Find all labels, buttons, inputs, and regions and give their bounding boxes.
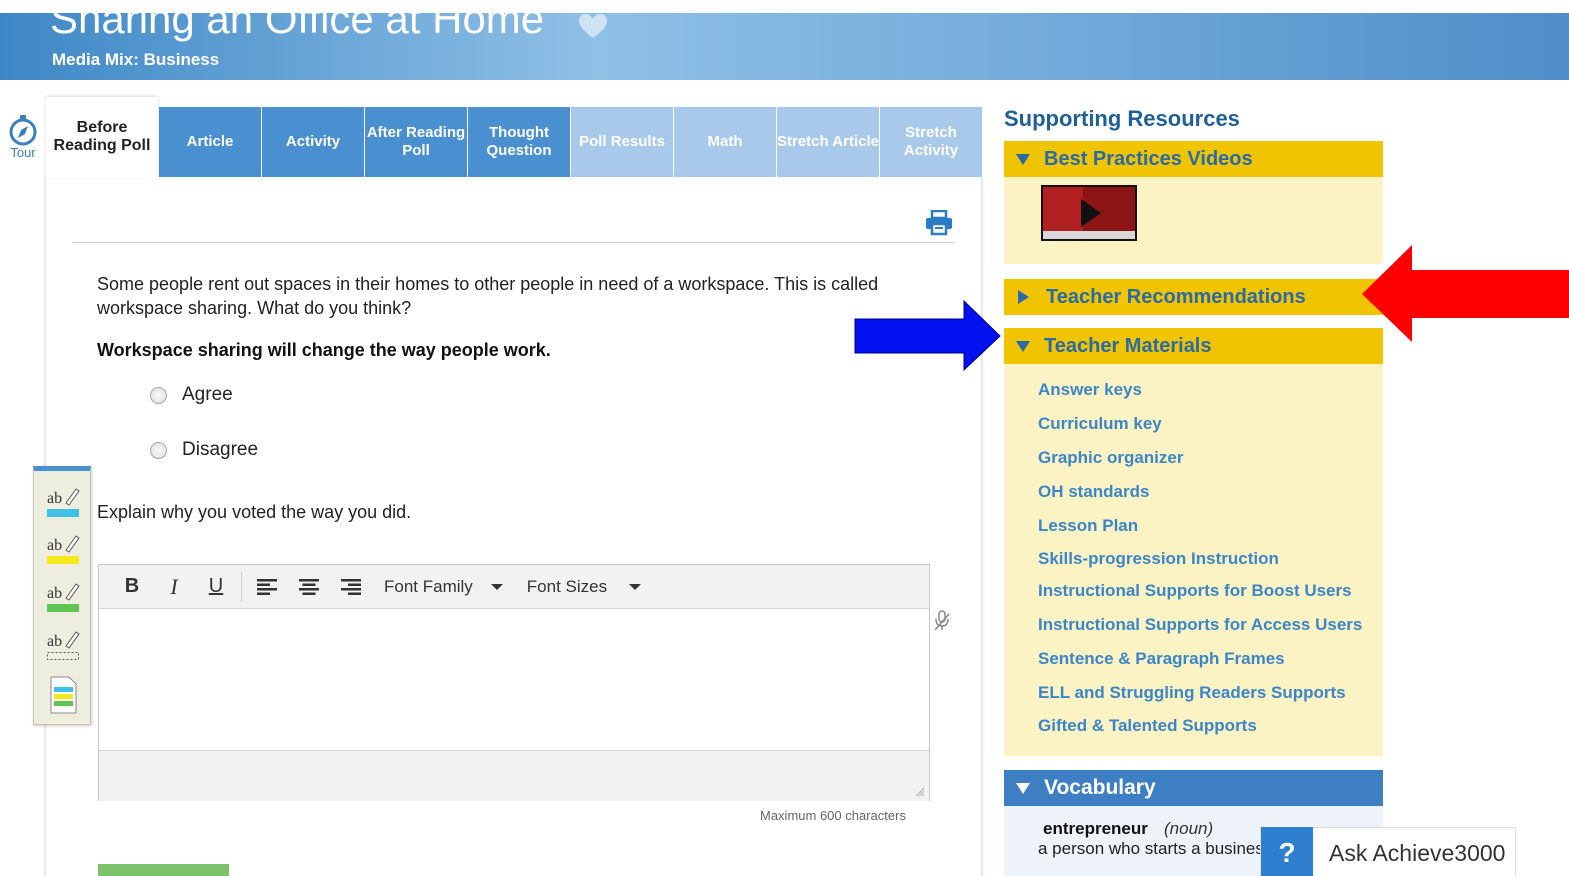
svg-text:ab: ab bbox=[47, 585, 62, 602]
ask-label: Ask Achieve3000 bbox=[1329, 839, 1506, 866]
tab-stretch-article[interactable]: Stretch Article bbox=[777, 107, 879, 177]
tab-poll-results[interactable]: Poll Results bbox=[571, 107, 673, 177]
ask-achieve3000-button[interactable]: ? Ask Achieve3000 bbox=[1260, 827, 1516, 876]
bold-button[interactable]: B bbox=[111, 572, 153, 602]
triangle-down-icon bbox=[1016, 340, 1030, 352]
tab-thought-question[interactable]: Thought Question bbox=[468, 107, 570, 177]
option-disagree[interactable]: Disagree bbox=[150, 439, 258, 461]
material-link[interactable]: Curriculum key bbox=[1038, 414, 1162, 434]
agree-radio[interactable] bbox=[150, 386, 167, 404]
align-left-icon bbox=[257, 578, 277, 595]
page: Sharing an Office at Home Media Mix: Bus… bbox=[0, 0, 1569, 876]
align-right-button[interactable] bbox=[330, 572, 372, 602]
resources-title: Supporting Resources bbox=[1004, 106, 1240, 131]
compass-icon bbox=[9, 115, 37, 146]
material-link[interactable]: Graphic organizer bbox=[1038, 448, 1183, 468]
material-link[interactable]: Answer keys bbox=[1038, 380, 1142, 400]
disagree-label: Disagree bbox=[182, 439, 259, 460]
vocabulary-header[interactable]: Vocabulary bbox=[1004, 770, 1383, 806]
poll-statement: Workspace sharing will change the way pe… bbox=[97, 340, 551, 360]
disagree-radio[interactable] bbox=[150, 441, 167, 459]
notes-icon[interactable] bbox=[46, 676, 80, 714]
tab-article[interactable]: Article bbox=[159, 107, 261, 177]
vocab-part-of-speech: (noun) bbox=[1164, 819, 1214, 838]
tab-stretch-activity[interactable]: Stretch Activity bbox=[880, 107, 982, 177]
eraser-highlighter-icon[interactable]: ab bbox=[46, 628, 80, 666]
highlighter-palette: ab ab ab ab bbox=[33, 466, 91, 725]
align-center-button[interactable] bbox=[288, 572, 330, 602]
resize-handle-icon[interactable] bbox=[913, 785, 925, 797]
tab-before-reading-poll[interactable]: Before Reading Poll bbox=[46, 97, 158, 177]
yellow-highlighter-icon[interactable]: ab bbox=[46, 532, 80, 570]
font-family-dropdown[interactable]: Font Family bbox=[384, 577, 503, 597]
material-link[interactable]: Lesson Plan bbox=[1038, 516, 1138, 536]
material-link[interactable]: Sentence & Paragraph Frames bbox=[1038, 649, 1285, 669]
heart-icon[interactable] bbox=[578, 13, 608, 39]
vocab-word: entrepreneur bbox=[1043, 819, 1148, 838]
poll-question: Some people rent out spaces in their hom… bbox=[97, 274, 879, 318]
triangle-right-icon bbox=[1018, 290, 1029, 304]
tab-activity[interactable]: Activity bbox=[262, 107, 364, 177]
editor-toolbar: B I U Font Family Font Sizes bbox=[99, 565, 929, 609]
tab-math[interactable]: Math bbox=[674, 107, 776, 177]
option-agree[interactable]: Agree bbox=[150, 384, 233, 406]
chevron-down-icon bbox=[629, 583, 642, 590]
vocabulary-label: Vocabulary bbox=[1044, 776, 1156, 799]
dictation-icon[interactable] bbox=[932, 610, 952, 632]
align-center-icon bbox=[299, 578, 319, 595]
material-link[interactable]: Instructional Supports for Access Users bbox=[1038, 615, 1362, 635]
svg-text:ab: ab bbox=[47, 537, 62, 554]
explain-prompt: Explain why you voted the way you did. bbox=[97, 502, 412, 522]
best-practices-header[interactable]: Best Practices Videos bbox=[1004, 141, 1383, 177]
lesson-tabs: Before Reading Poll Article Activity Aft… bbox=[46, 97, 983, 177]
material-link[interactable]: Skills-progression Instruction bbox=[1038, 549, 1279, 569]
video-thumbnail[interactable] bbox=[1041, 185, 1137, 241]
editor-statusbar bbox=[99, 750, 929, 801]
toolbar-separator bbox=[241, 571, 242, 602]
font-family-label: Font Family bbox=[384, 576, 473, 596]
chevron-down-icon bbox=[490, 583, 503, 590]
svg-text:ab: ab bbox=[47, 490, 62, 507]
green-highlighter-icon[interactable]: ab bbox=[46, 580, 80, 618]
max-characters-note: Maximum 600 characters bbox=[760, 808, 906, 823]
blue-arrow-icon bbox=[854, 300, 1001, 372]
teacher-materials-header[interactable]: Teacher Materials bbox=[1004, 328, 1383, 364]
content-divider bbox=[72, 242, 954, 243]
blue-highlighter-icon[interactable]: ab bbox=[46, 485, 80, 523]
italic-button[interactable]: I bbox=[153, 572, 195, 602]
teacher-recommendations-header[interactable]: Teacher Recommendations bbox=[1004, 279, 1383, 315]
best-practices-label: Best Practices Videos bbox=[1044, 147, 1253, 170]
align-left-button[interactable] bbox=[246, 572, 288, 602]
material-link[interactable]: ELL and Struggling Readers Supports bbox=[1038, 683, 1346, 703]
teacher-materials-panel: Answer keys Curriculum key Graphic organ… bbox=[1004, 364, 1383, 756]
material-link[interactable]: Gifted & Talented Supports bbox=[1038, 716, 1257, 736]
teacher-materials-label: Teacher Materials bbox=[1044, 334, 1212, 357]
play-video-icon bbox=[1043, 187, 1135, 239]
font-sizes-dropdown[interactable]: Font Sizes bbox=[526, 576, 642, 597]
teacher-recommendations-label: Teacher Recommendations bbox=[1046, 285, 1306, 308]
tab-after-reading-poll[interactable]: After Reading Poll bbox=[365, 107, 467, 177]
page-subtitle: Media Mix: Business bbox=[52, 50, 220, 69]
underline-button[interactable]: U bbox=[195, 572, 237, 602]
align-right-icon bbox=[341, 578, 361, 595]
triangle-down-icon bbox=[1016, 782, 1030, 794]
svg-text:ab: ab bbox=[47, 633, 62, 650]
submit-button[interactable] bbox=[98, 864, 229, 876]
tour-button[interactable]: Tour bbox=[4, 113, 42, 160]
print-icon[interactable] bbox=[925, 210, 953, 236]
agree-label: Agree bbox=[182, 384, 233, 405]
material-link[interactable]: OH standards bbox=[1038, 482, 1149, 502]
page-title: Sharing an Office at Home bbox=[50, 13, 545, 42]
triangle-down-icon bbox=[1016, 153, 1030, 165]
best-practices-panel bbox=[1004, 177, 1383, 264]
tour-label: Tour bbox=[10, 145, 36, 160]
help-icon: ? bbox=[1261, 827, 1313, 876]
vocab-definition: a person who starts a business bbox=[1038, 839, 1268, 858]
red-arrow-icon bbox=[1362, 245, 1569, 342]
response-textarea[interactable] bbox=[99, 609, 929, 750]
response-editor: B I U Font Family Font Sizes bbox=[98, 564, 930, 801]
font-sizes-label: Font Sizes bbox=[526, 576, 608, 596]
material-link[interactable]: Instructional Supports for Boost Users bbox=[1038, 581, 1352, 601]
page-header: Sharing an Office at Home Media Mix: Bus… bbox=[0, 13, 1569, 80]
